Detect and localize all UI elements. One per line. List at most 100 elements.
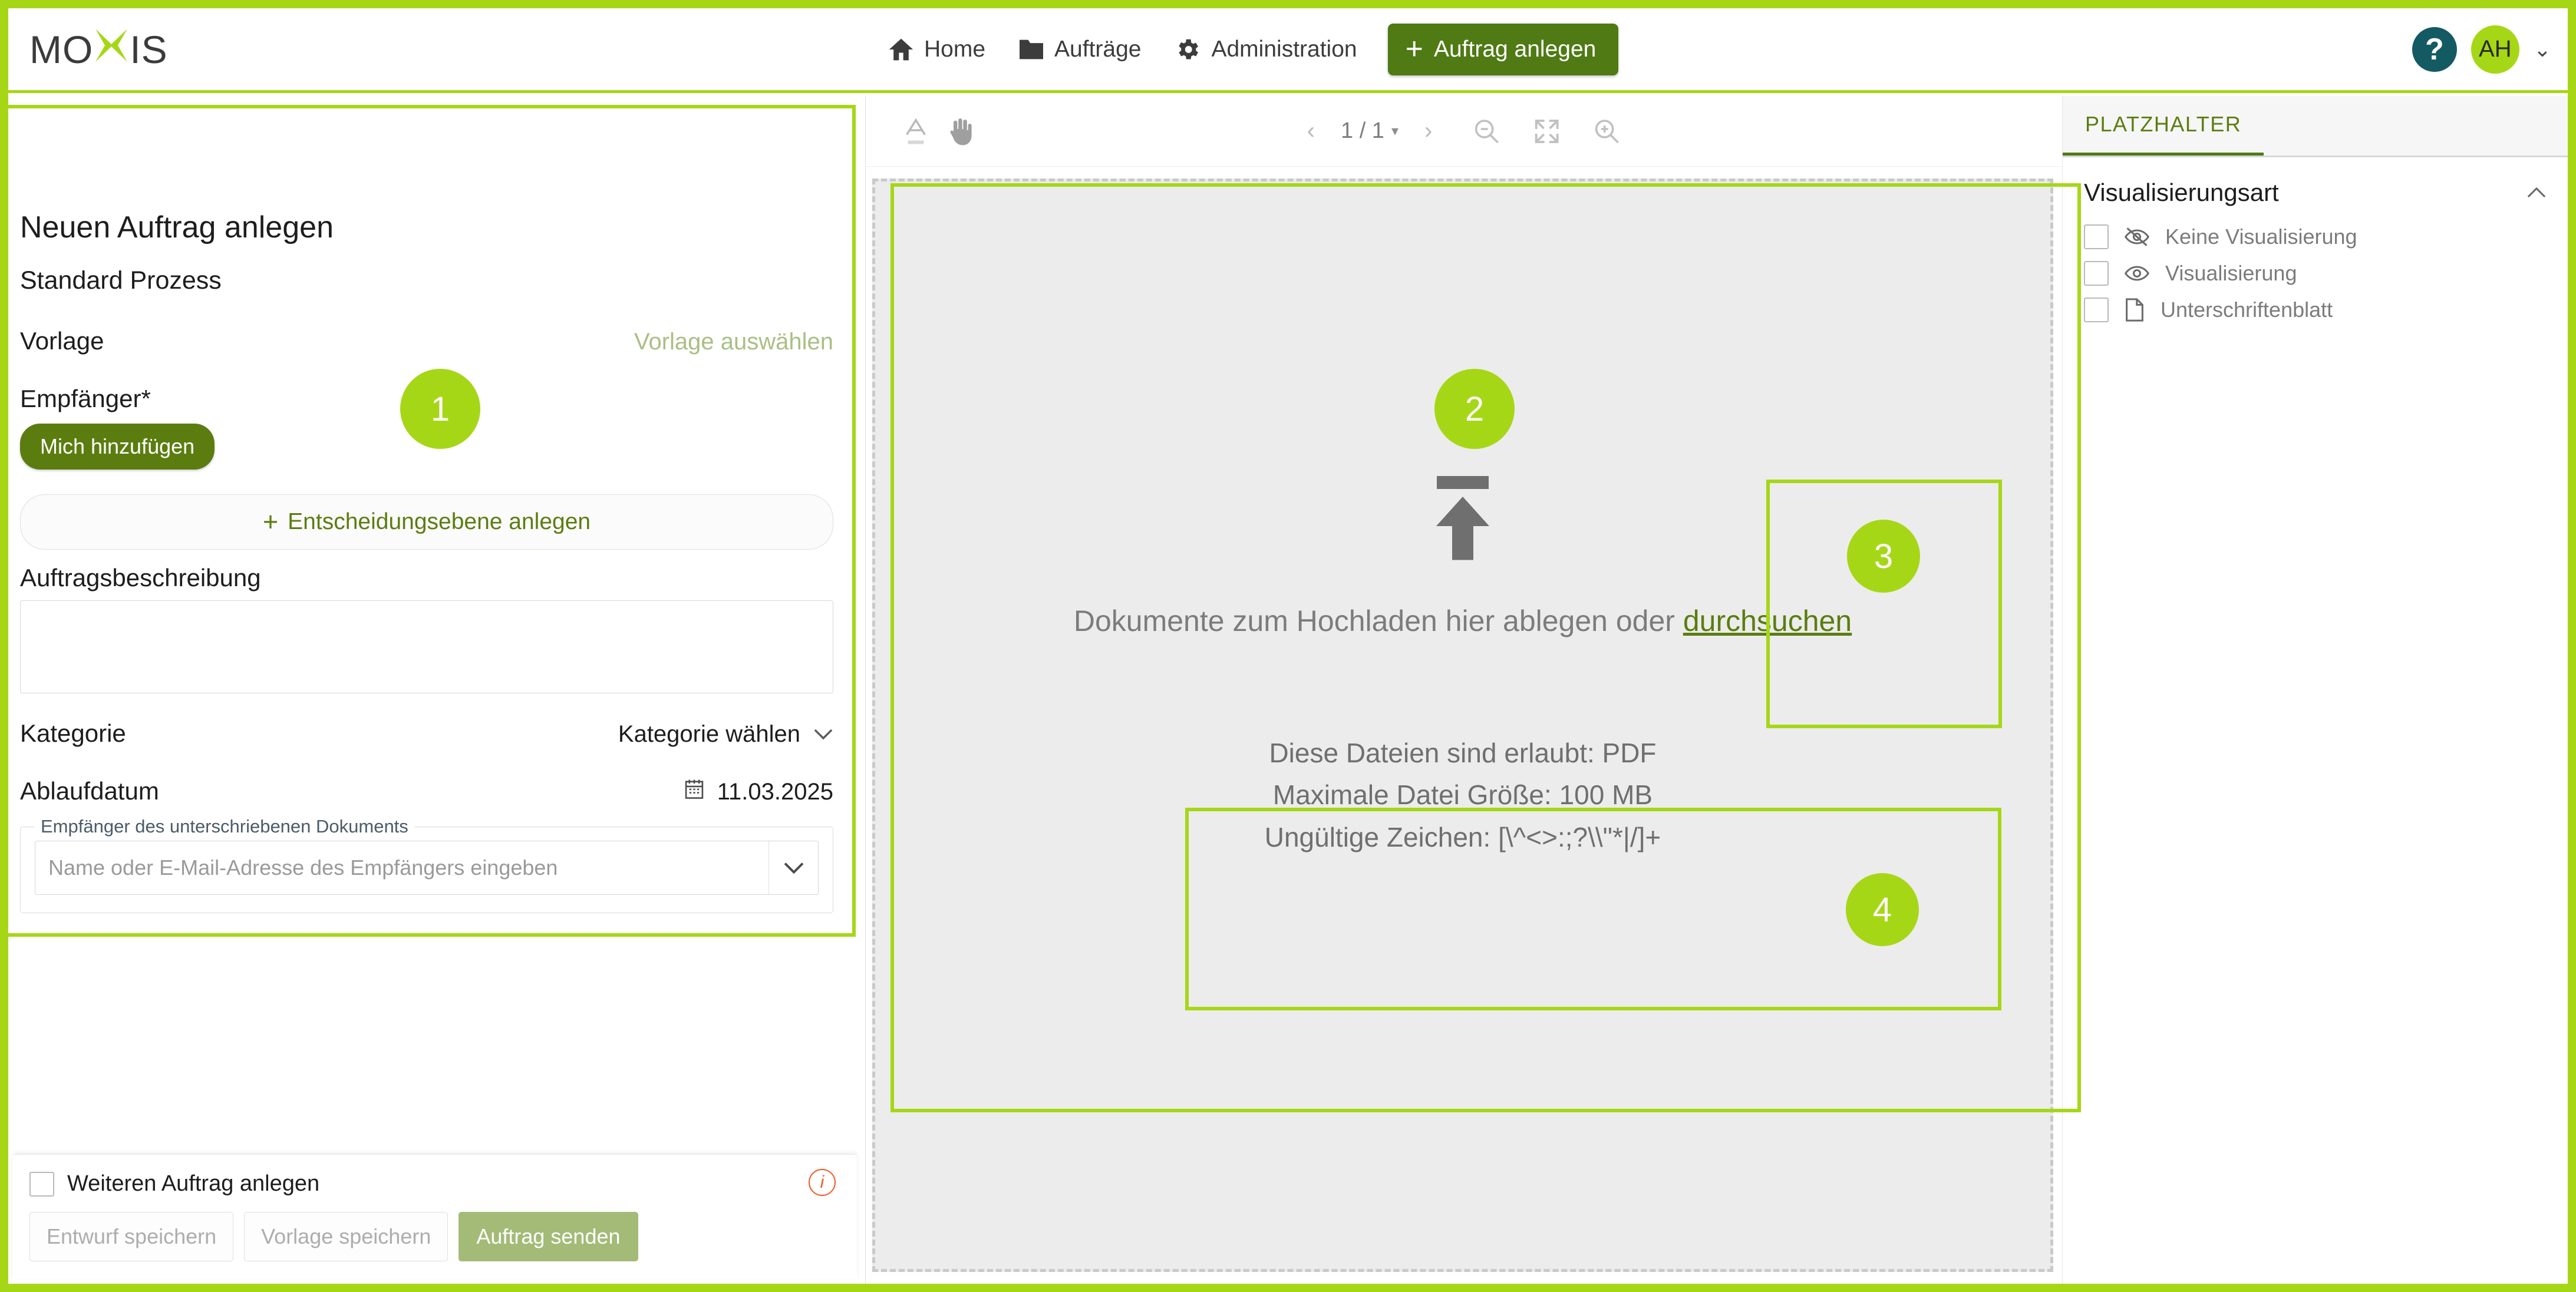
zoom-out-icon[interactable] (1472, 117, 1500, 146)
nav-item-home-label: Home (924, 37, 985, 62)
action-buttons: Entwurf speichern Vorlage speichern Auft… (29, 1212, 840, 1261)
order-form-column: Neuen Auftrag anlegen Standard Prozess V… (8, 96, 866, 1284)
category-row: Kategorie Kategorie wählen (20, 719, 833, 748)
signed-document-recipient-input[interactable] (35, 841, 768, 894)
create-order-button[interactable]: + Auftrag anlegen (1388, 24, 1619, 75)
dropzone-text: Dokumente zum Hochladen hier ablegen ode… (1074, 604, 1852, 638)
expiry-label: Ablaufdatum (20, 777, 159, 805)
nav-item-auftraege-label: Aufträge (1054, 37, 1141, 62)
add-me-button-label: Mich hinzufügen (40, 434, 194, 458)
description-label: Auftragsbeschreibung (20, 564, 833, 592)
category-value: Kategorie wählen (618, 721, 800, 748)
chevron-down-icon[interactable] (768, 841, 818, 894)
save-draft-button[interactable]: Entwurf speichern (29, 1212, 233, 1261)
option-unterschriftenblatt[interactable]: Unterschriftenblatt (2063, 292, 2568, 328)
text-tool-icon[interactable] (903, 117, 929, 146)
eye-icon (2124, 263, 2150, 283)
description-textarea[interactable] (20, 600, 833, 693)
pdf-toolbar: ‹ 1 / 1 ▾ › (866, 96, 2062, 167)
page-indicator[interactable]: 1 / 1 ▾ (1341, 118, 1399, 144)
pdf-toolbar-center: ‹ 1 / 1 ▾ › (1307, 117, 1621, 146)
logo-text-right: IS (130, 27, 167, 72)
logo-wordmark: MO IS (29, 27, 168, 72)
add-decision-level-button[interactable]: + Entscheidungsebene anlegen (20, 494, 833, 550)
main-nav: Home Aufträge Administration + (872, 8, 1618, 90)
page-title: Neuen Auftrag anlegen (20, 210, 833, 245)
gear-icon (1174, 36, 1201, 63)
sidebar-tabstrip: PLATZHALTER (2063, 96, 2568, 157)
option-visualisierung-checkbox[interactable] (2084, 261, 2109, 286)
chevron-up-icon[interactable] (2526, 181, 2547, 204)
hand-tool-icon[interactable] (946, 116, 975, 147)
page-indicator-value: 1 / 1 (1341, 118, 1384, 144)
upload-rules: Diese Dateien sind erlaubt: PDF Maximale… (1265, 732, 1661, 858)
logo-text-left: MO (29, 27, 93, 72)
folder-icon (1018, 38, 1044, 61)
process-name: Standard Prozess (20, 266, 833, 295)
application-window: MO IS Home Aufträge (0, 0, 2576, 1292)
signed-document-recipient-field (35, 841, 819, 895)
option-unterschriftenblatt-checkbox[interactable] (2084, 298, 2109, 322)
top-navigation-bar: MO IS Home Aufträge (8, 8, 2568, 93)
create-more-label: Weiteren Auftrag anlegen (67, 1171, 319, 1197)
info-glyph: i (820, 1172, 824, 1192)
category-label: Kategorie (20, 719, 126, 748)
next-page-button[interactable]: › (1424, 118, 1432, 144)
plus-icon: + (263, 512, 278, 532)
plus-icon: + (1406, 38, 1423, 60)
select-template-link[interactable]: Vorlage auswählen (634, 329, 833, 355)
upload-rule-invalid-chars: Ungültige Zeichen: [\^<>:;?\\"*|/]+ (1265, 817, 1661, 858)
nav-item-administration-label: Administration (1211, 37, 1357, 62)
visualisierungsart-section-header[interactable]: Visualisierungsart (2063, 157, 2568, 219)
save-template-button[interactable]: Vorlage speichern (244, 1212, 448, 1261)
logo-x-icon (94, 27, 128, 72)
expiry-date-picker[interactable]: 11.03.2025 (684, 778, 833, 805)
browse-files-link[interactable]: durchsuchen (1683, 604, 1852, 637)
help-glyph: ? (2425, 32, 2444, 67)
template-label: Vorlage (20, 327, 104, 355)
dropzone-text-prefix: Dokumente zum Hochladen hier ablegen ode… (1074, 604, 1683, 637)
chevron-down-icon (813, 723, 833, 746)
nav-item-auftraege[interactable]: Aufträge (1002, 8, 1157, 90)
recipient-row: Empfänger* (20, 385, 833, 413)
avatar-initials: AH (2479, 36, 2512, 62)
option-keine-visualisierung-checkbox[interactable] (2084, 224, 2109, 249)
avatar[interactable]: AH (2471, 25, 2519, 74)
nav-item-administration[interactable]: Administration (1157, 8, 1373, 90)
create-more-checkbox[interactable] (29, 1172, 54, 1197)
tab-platzhalter[interactable]: PLATZHALTER (2063, 96, 2264, 156)
add-me-button[interactable]: Mich hinzufügen (20, 424, 215, 470)
option-visualisierung[interactable]: Visualisierung (2063, 255, 2568, 292)
user-caret-glyph: ⌄ (2534, 37, 2551, 61)
order-form-panel: Neuen Auftrag anlegen Standard Prozess V… (8, 199, 851, 928)
home-icon (888, 37, 914, 62)
recipient-label: Empfänger* (20, 385, 151, 413)
save-template-label: Vorlage speichern (261, 1224, 431, 1248)
send-order-button[interactable]: Auftrag senden (459, 1212, 638, 1261)
signed-document-recipient-group: Empfänger des unterschriebenen Dokuments (20, 816, 833, 913)
dropzone-content: Dokumente zum Hochladen hier ablegen ode… (875, 181, 2050, 1105)
expiry-date-value: 11.03.2025 (717, 779, 833, 805)
eye-off-icon (2124, 227, 2150, 247)
option-keine-visualisierung[interactable]: Keine Visualisierung (2063, 219, 2568, 255)
option-visualisierung-label: Visualisierung (2165, 261, 2297, 286)
calendar-icon (684, 778, 704, 805)
info-icon[interactable]: i (809, 1169, 836, 1196)
upload-rule-allowed-types: Diese Dateien sind erlaubt: PDF (1265, 732, 1661, 774)
zoom-in-icon[interactable] (1592, 117, 1621, 146)
document-icon (2124, 298, 2145, 322)
pdf-toolbar-left (903, 116, 975, 147)
document-dropzone[interactable]: Dokumente zum Hochladen hier ablegen ode… (872, 179, 2053, 1272)
help-icon[interactable]: ? (2412, 27, 2457, 72)
fit-screen-icon[interactable] (1532, 117, 1561, 146)
add-decision-level-label: Entscheidungsebene anlegen (288, 509, 591, 535)
chevron-down-icon[interactable]: ⌄ (2534, 37, 2551, 62)
placeholder-sidebar: PLATZHALTER Visualisierungsart Keine Vis… (2062, 96, 2568, 1284)
form-action-bar: Weiteren Auftrag anlegen i Entwurf speic… (13, 1154, 857, 1279)
document-viewer-column: ‹ 1 / 1 ▾ › (866, 96, 2062, 1284)
category-select[interactable]: Kategorie wählen (618, 721, 833, 748)
nav-item-home[interactable]: Home (872, 8, 1002, 90)
prev-page-button[interactable]: ‹ (1307, 118, 1315, 144)
option-unterschriftenblatt-label: Unterschriftenblatt (2161, 298, 2333, 322)
tab-platzhalter-label: PLATZHALTER (2085, 112, 2241, 137)
